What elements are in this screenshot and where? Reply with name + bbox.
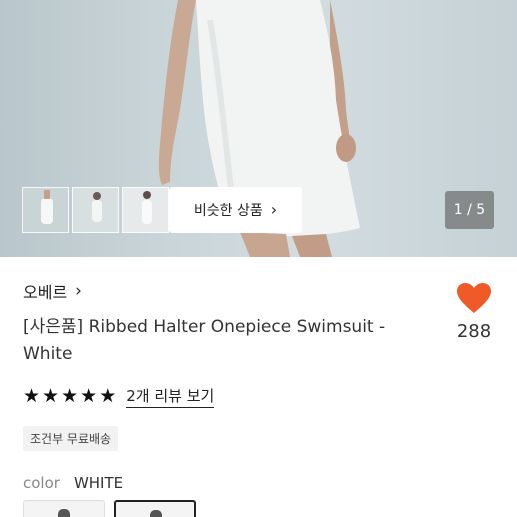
color-selector-header: color WHITE: [23, 474, 123, 492]
brand-name: 오베르: [23, 283, 68, 302]
star-icon: ★: [42, 385, 60, 407]
star-rating: ★ ★ ★ ★ ★: [23, 387, 116, 406]
image-pager: 1 / 5: [445, 191, 494, 229]
thumbnail-1[interactable]: [22, 187, 69, 233]
thumbnail-3[interactable]: [122, 187, 169, 233]
rating-row: ★ ★ ★ ★ ★ 2개 리뷰 보기: [23, 385, 215, 408]
color-swatch-1[interactable]: [23, 500, 105, 517]
chevron-right-icon: ›: [270, 200, 278, 219]
similar-products-button[interactable]: 비슷한 상품 ›: [169, 187, 302, 233]
shipping-badge: 조건부 무료배송: [23, 426, 119, 451]
heart-icon: [457, 283, 491, 313]
color-label: color: [23, 474, 60, 492]
product-image-gallery[interactable]: 비슷한 상품 › 1 / 5: [0, 0, 517, 257]
review-link[interactable]: 2개 리뷰 보기: [126, 385, 215, 408]
chevron-right-icon: ›: [75, 281, 82, 301]
star-icon: ★: [80, 385, 98, 407]
color-swatch-2[interactable]: [114, 500, 196, 517]
thumbnail-strip: [22, 187, 169, 233]
color-swatches: [23, 500, 196, 517]
star-icon: ★: [23, 385, 41, 407]
star-icon: ★: [61, 385, 79, 407]
brand-link[interactable]: 오베르 ›: [23, 279, 82, 303]
color-value: WHITE: [73, 474, 124, 492]
like-count: 288: [456, 321, 492, 342]
thumbnail-2[interactable]: [72, 187, 119, 233]
like-button[interactable]: 288: [452, 282, 496, 342]
star-icon: ★: [99, 385, 117, 407]
similar-products-label: 비슷한 상품: [193, 203, 263, 219]
product-title: [사은품] Ribbed Halter Onepiece Swimsuit - …: [23, 317, 386, 364]
